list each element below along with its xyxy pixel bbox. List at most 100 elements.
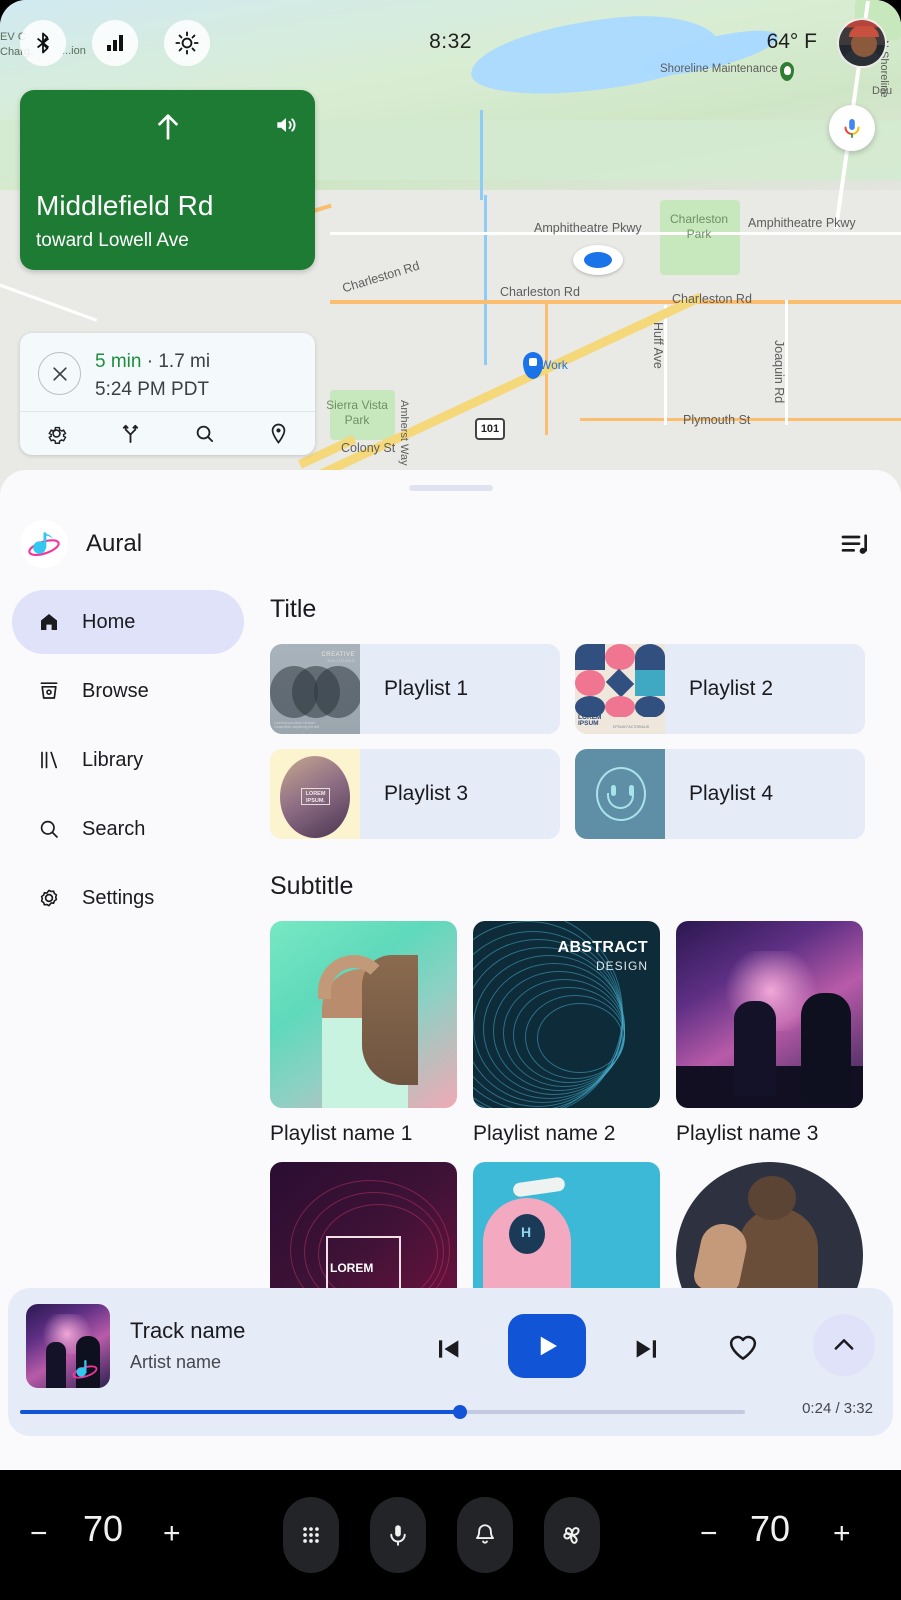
right-volume-down-button[interactable]: − [700, 1517, 718, 1551]
close-navigation-button[interactable] [38, 352, 81, 395]
map-current-location [573, 245, 623, 275]
skip-next-icon [630, 1333, 662, 1365]
left-volume-value: 70 [83, 1508, 124, 1549]
assistant-mic-icon [840, 116, 864, 140]
heart-icon [726, 1330, 760, 1364]
avatar[interactable] [837, 18, 887, 68]
playlist-card-2[interactable]: LOREM IPSUM EPSUM FACTORIALIS Playlist 2 [575, 644, 865, 734]
eta-action-row [20, 412, 315, 455]
assistant-mic-button[interactable] [829, 105, 875, 151]
playlist-card-2-label: Playlist 2 [689, 677, 774, 700]
sidebar-item-library[interactable]: Library [12, 728, 244, 792]
aural-logo-icon [20, 520, 68, 568]
map-label-sierra-vista-park: Sierra Vista Park [326, 398, 388, 427]
eta-arrival-time: 5:24 PM PDT [95, 379, 210, 400]
playlist-art-1-label: CREATIVE SOLUTIONS [321, 652, 355, 663]
play-button[interactable] [508, 1314, 586, 1378]
album-cell-1[interactable]: Playlist name 1 [270, 921, 457, 1146]
status-bar: EV C Charg. ...ion 8:32 64° F [0, 0, 901, 86]
section-subtitle: Subtitle [270, 872, 354, 900]
album-art-2-title: ABSTRACT [557, 939, 648, 956]
volume-on-icon[interactable] [273, 112, 299, 138]
playlist-grid: CREATIVE SOLUTIONS Lorem ipsum dolor sit… [270, 644, 901, 839]
section-title: Title [270, 595, 317, 623]
map-label-huff-ave: Huff Ave [651, 322, 665, 369]
expand-player-button[interactable] [813, 1314, 875, 1376]
notification-bell-button[interactable] [457, 1497, 513, 1573]
playlist-card-4[interactable]: Playlist 4 [575, 749, 865, 839]
playback-progress-slider[interactable] [20, 1405, 745, 1419]
map-label-amherst-way: Amherst Way [398, 400, 410, 466]
play-icon [532, 1331, 562, 1361]
map-label-amphitheatre-2: Amphitheatre Pkwy [748, 216, 856, 230]
playlist-card-1[interactable]: CREATIVE SOLUTIONS Lorem ipsum dolor sit… [270, 644, 560, 734]
map-road-charleston [330, 300, 901, 304]
library-icon [32, 748, 66, 772]
playlist-art-2-label: LOREM IPSUM [578, 714, 602, 727]
home-icon [32, 610, 66, 634]
status-temperature: 64° F [766, 30, 817, 53]
apps-grid-button[interactable] [283, 1497, 339, 1573]
sidebar-item-search-label: Search [82, 817, 146, 840]
queue-music-icon[interactable] [839, 529, 871, 561]
avatar-hair [849, 26, 879, 37]
route-overview-button[interactable] [94, 412, 168, 455]
playlist-card-3[interactable]: LOREM IPSUM. Playlist 3 [270, 749, 560, 839]
app-content: Title CREATIVE SOLUTIONS Lorem ipsum dol… [270, 595, 901, 1363]
skip-next-button[interactable] [630, 1333, 662, 1365]
apps-grid-icon [298, 1522, 324, 1548]
left-volume-up-button[interactable]: + [163, 1517, 181, 1551]
album-art-5-label: H [521, 1224, 532, 1240]
sidebar-item-browse[interactable]: Browse [12, 659, 244, 723]
map-label-joaquin-rd: Joaquin Rd [772, 340, 786, 404]
playback-progress-knob[interactable] [453, 1405, 467, 1419]
favorite-button[interactable] [726, 1330, 760, 1364]
map-label-colony-st: Colony St [341, 441, 396, 455]
album-name-2: Playlist name 2 [473, 1122, 616, 1145]
now-playing-artwork[interactable] [26, 1304, 110, 1388]
playback-progress-fill [20, 1410, 460, 1414]
nav-toward-label: toward Lowell Ave [36, 230, 189, 251]
climate-fan-button[interactable] [544, 1497, 600, 1573]
sidebar-item-home-label: Home [82, 610, 136, 633]
route-overview-icon [119, 422, 142, 445]
nav-street-name: Middlefield Rd [36, 190, 214, 221]
playback-time-display: 0:24 / 3:32 [802, 1400, 873, 1417]
sidebar-item-browse-label: Browse [82, 679, 149, 702]
sidebar-item-search[interactable]: Search [12, 797, 244, 861]
chevron-up-icon [830, 1331, 858, 1359]
map-label-dou: Dou [872, 85, 893, 97]
playlist-art-2: LOREM IPSUM EPSUM FACTORIALIS [575, 644, 665, 734]
playlist-art-2-sublabel: EPSUM FACTORIALIS [613, 725, 650, 729]
sidebar-item-settings-label: Settings [82, 886, 155, 909]
nav-location-button[interactable] [241, 412, 315, 455]
right-volume-up-button[interactable]: + [833, 1517, 851, 1551]
now-playing-artist: Artist name [130, 1352, 222, 1372]
sidebar-item-home[interactable]: Home [12, 590, 244, 654]
playlist-art-1-footer: Lorem ipsum dolor sit amet consectetur ad… [274, 720, 320, 730]
panel-drag-handle[interactable] [408, 485, 493, 491]
skip-previous-button[interactable] [433, 1333, 465, 1365]
playlist-art-3: LOREM IPSUM. [270, 749, 360, 839]
location-icon [267, 422, 290, 445]
album-cell-3[interactable]: Playlist name 3 [676, 921, 863, 1146]
search-icon [193, 422, 216, 445]
left-volume-down-button[interactable]: − [30, 1517, 48, 1551]
search-icon [32, 817, 66, 841]
album-art-3 [676, 921, 863, 1108]
playlist-card-3-label: Playlist 3 [384, 782, 469, 805]
playlist-card-1-label: Playlist 1 [384, 677, 469, 700]
sidebar-item-library-label: Library [82, 748, 144, 771]
microphone-button[interactable] [370, 1497, 426, 1573]
microphone-icon [385, 1522, 411, 1548]
navigation-instruction-card[interactable]: Middlefield Rd toward Lowell Ave [20, 90, 315, 270]
eta-card: 5 min · 1.7 mi 5:24 PM PDT [20, 333, 315, 455]
car-display-screen: Work Shoreline Maintenance Amphitheatre … [0, 0, 901, 1600]
aural-badge-icon [70, 1354, 100, 1384]
sidebar-item-settings[interactable]: Settings [12, 866, 244, 930]
album-art-1 [270, 921, 457, 1108]
nav-settings-button[interactable] [20, 412, 94, 455]
album-cell-2[interactable]: ABSTRACT DESIGN Playlist name 2 [473, 921, 660, 1146]
nav-search-button[interactable] [168, 412, 242, 455]
map-highway-shield-101: 101 [475, 418, 505, 440]
